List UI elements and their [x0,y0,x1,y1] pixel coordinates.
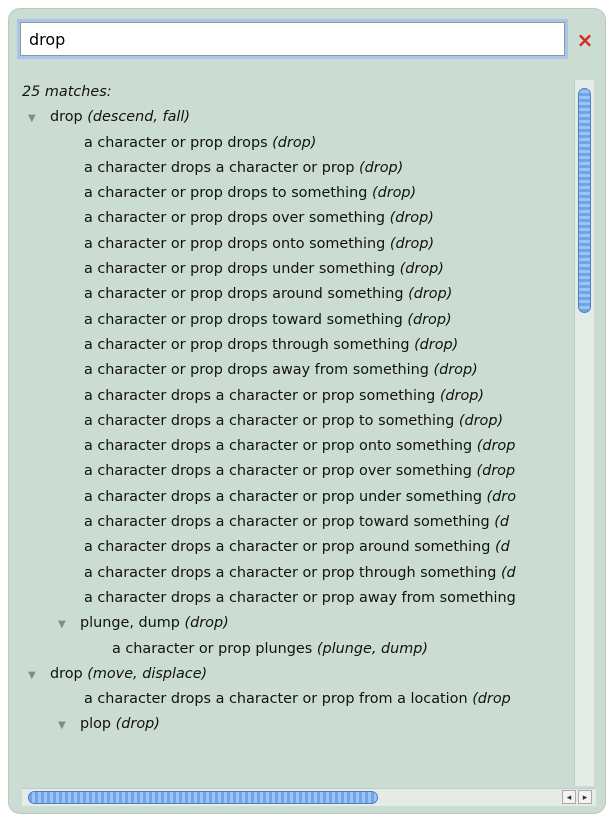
row-sense: (drop) [389,235,435,252]
row-label: a character drops a character or prop un… [84,488,487,505]
row-sense: (d [494,514,509,531]
tree-leaf[interactable]: a character drops a character or prop fr… [22,687,574,712]
tree-leaf[interactable]: a character drops a character or prop un… [22,485,574,510]
row-sense: (plunge, dump) [316,640,429,657]
row-label: plop [80,716,116,733]
row-label: a character drops a character or prop [84,159,360,176]
row-label: a character drops a character or prop fr… [84,691,473,708]
tree-node[interactable]: ▼ drop (move, displace) [22,662,574,687]
row-sense: (drop) [389,210,434,227]
row-label: a character or prop drops away from some… [84,362,434,379]
row-label: a character drops a character or prop on… [84,438,477,455]
horizontal-scroll-thumb[interactable] [28,791,378,804]
row-sense: (drop) [414,336,459,353]
row-sense: (drop [472,691,511,708]
row-label: a character or prop plunges [112,640,317,657]
row-label: a character or prop drops over something [84,210,390,227]
scroll-left-icon[interactable]: ◂ [562,790,576,804]
row-label: a character or prop drops to something [84,185,372,202]
row-label: a character drops a character or prop aw… [84,589,516,606]
tree-leaf[interactable]: a character drops a character or prop ar… [22,535,574,560]
tree-leaf[interactable]: a character or prop drops through someth… [22,333,574,358]
row-label: a character or prop drops around somethi… [84,286,409,303]
tree-leaf[interactable]: a character drops a character or prop aw… [22,586,574,611]
tree-leaf[interactable]: a character or prop drops around somethi… [22,282,574,307]
match-count: 25 matches: [22,84,112,100]
row-sense: (drop) [272,134,317,151]
tree-leaf[interactable]: a character drops a character or prop ov… [22,459,574,484]
row-sense: (drop) [184,615,229,632]
tree-leaf[interactable]: a character or prop drops toward somethi… [22,308,574,333]
results-list: 25 matches: ▼ drop (descend, fall) a chara… [22,80,574,786]
row-sense: (drop) [439,387,485,404]
tree-leaf[interactable]: a character or prop plunges (plunge, dum… [22,637,574,662]
row-sense: (drop) [115,716,160,733]
row-sense: (move, displace) [87,665,208,682]
disclosure-triangle-icon[interactable]: ▼ [28,106,50,131]
horizontal-scrollbar[interactable]: ◂ ▸ [22,788,596,806]
tree-leaf[interactable]: a character drops a character or prop (d… [22,156,574,181]
tree-leaf[interactable]: a character or prop drops onto something… [22,232,574,257]
search-field[interactable] [20,22,565,56]
row-sense: (drop) [359,159,404,176]
row-label: a character drops a character or prop so… [84,387,440,404]
row-label: a character drops a character or prop to… [84,514,495,531]
tree-leaf[interactable]: a character drops a character or prop to… [22,409,574,434]
clear-icon[interactable]: × [574,29,596,51]
row-sense: (drop [476,463,516,480]
row-sense: (drop) [399,261,444,278]
tree-leaf[interactable]: a character or prop drops (drop) [22,131,574,156]
row-sense: (drop) [458,412,504,429]
row-label: plunge, dump [80,615,185,632]
row-sense: (drop) [433,362,478,379]
row-sense: (drop [476,438,516,455]
row-sense: (d [500,564,516,581]
scroll-right-icon[interactable]: ▸ [578,790,592,804]
row-sense: (drop) [407,311,452,328]
tree-leaf[interactable]: a character drops a character or prop so… [22,384,574,409]
row-sense: (d [494,539,510,556]
vertical-scrollbar[interactable] [574,80,594,786]
tree-leaf[interactable]: a character drops a character or prop on… [22,434,574,459]
disclosure-triangle-icon[interactable]: ▼ [58,612,80,637]
tree-node[interactable]: ▼ drop (descend, fall) [22,105,574,130]
tree-leaf[interactable]: a character or prop drops to something (… [22,181,574,206]
tree-leaf[interactable]: a character or prop drops over something… [22,206,574,231]
row-sense: (dro [486,488,517,505]
tree-node[interactable]: ▼ plunge, dump (drop) [22,611,574,636]
row-sense: (drop) [408,286,453,303]
row-label: a character or prop drops [84,134,273,151]
tree-node[interactable]: ▼ plop (drop) [22,712,574,737]
tree-leaf[interactable]: a character drops a character or prop to… [22,510,574,535]
tree-leaf[interactable]: a character or prop drops under somethin… [22,257,574,282]
row-label: a character drops a character or prop ov… [84,463,477,480]
row-label: a character or prop drops under somethin… [84,261,400,278]
row-label: a character or prop drops onto something [84,235,390,252]
row-label: a character drops a character or prop to… [84,412,459,429]
tree-leaf[interactable]: a character or prop drops away from some… [22,358,574,383]
row-label: a character drops a character or prop th… [84,564,501,581]
row-label: a character drops a character or prop ar… [84,539,495,556]
disclosure-triangle-icon[interactable]: ▼ [28,663,50,688]
row-sense: (descend, fall) [87,109,191,126]
row-label: drop [50,109,88,126]
row-sense: (drop) [371,185,417,202]
tree-leaf[interactable]: a character drops a character or prop th… [22,561,574,586]
row-label: a character or prop drops toward somethi… [84,311,408,328]
row-label: a character or prop drops through someth… [84,336,415,353]
row-label: drop [50,665,88,682]
vertical-scroll-thumb[interactable] [578,88,591,313]
search-input[interactable] [21,23,564,55]
disclosure-triangle-icon[interactable]: ▼ [58,713,80,738]
